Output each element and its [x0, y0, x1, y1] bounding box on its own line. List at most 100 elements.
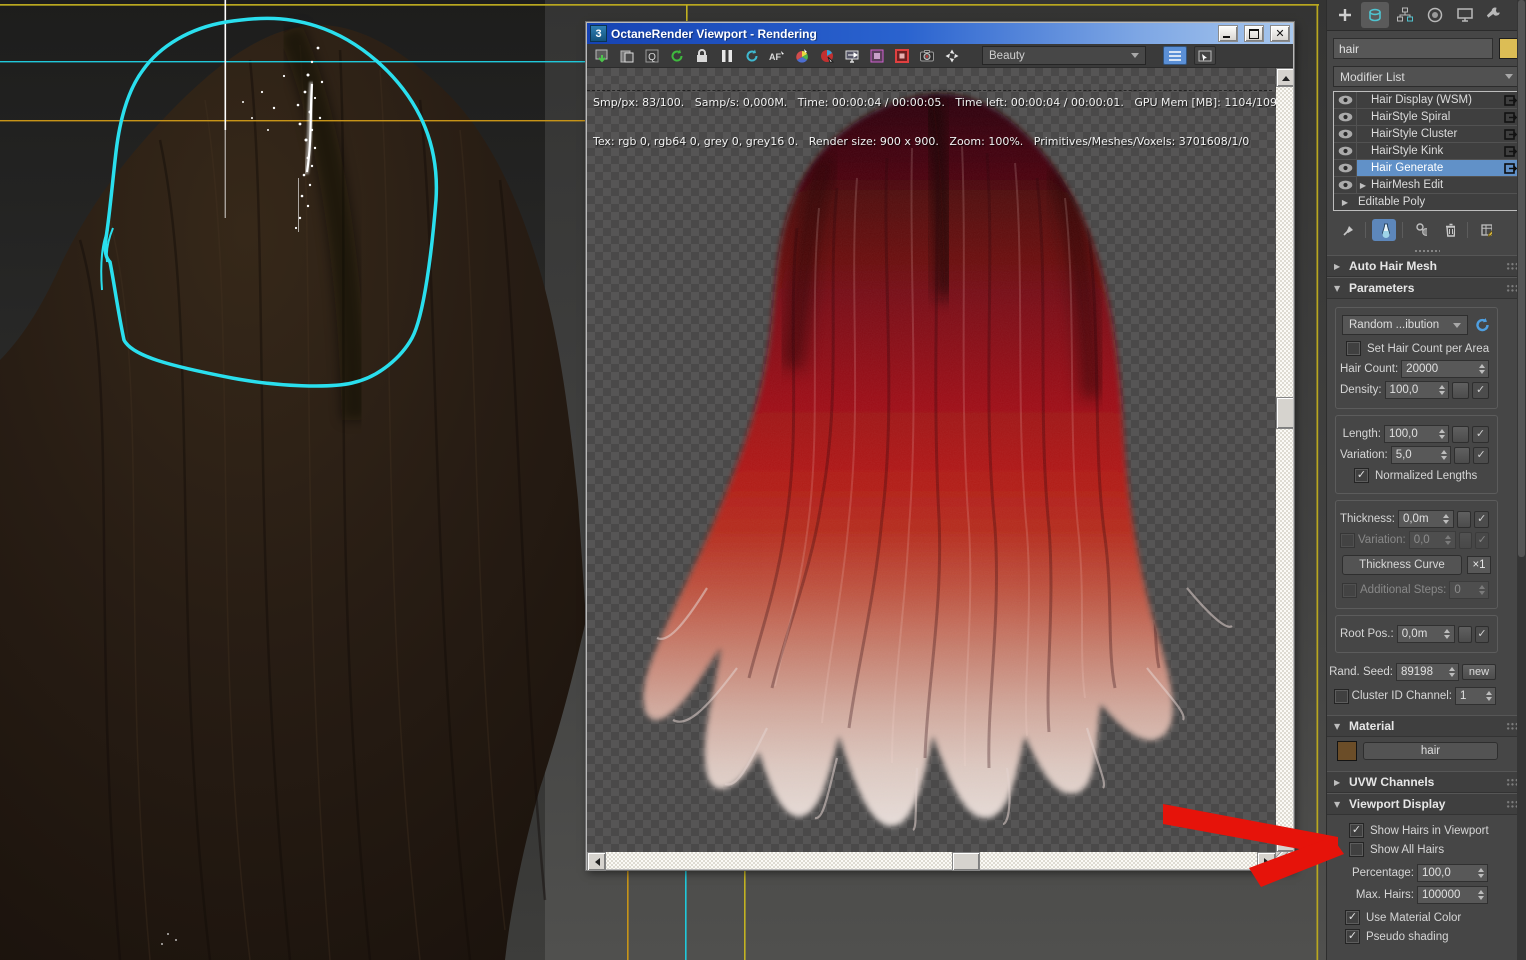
- thickness-map-button[interactable]: [1456, 510, 1472, 528]
- modifier-row-spiral[interactable]: HairStyle Spiral: [1334, 109, 1519, 126]
- modifier-row-hair-generate-selected[interactable]: Hair Generate: [1334, 160, 1519, 177]
- distribution-dropdown[interactable]: Random ...ibution: [1342, 315, 1468, 335]
- modifier-row-editable-poly[interactable]: ▶ Editable Poly: [1334, 194, 1519, 210]
- tab-create[interactable]: [1331, 2, 1359, 28]
- log-panel-button[interactable]: [1163, 46, 1187, 65]
- modifier-row-cluster[interactable]: HairStyle Cluster: [1334, 126, 1519, 143]
- autofocus-icon[interactable]: AF: [768, 47, 786, 65]
- resize-grip[interactable]: [1276, 852, 1293, 869]
- horizontal-scrollbar[interactable]: [587, 852, 1276, 871]
- scroll-up-button[interactable]: [1276, 68, 1293, 87]
- visibility-eye-icon[interactable]: [1334, 92, 1357, 108]
- configure-modifier-sets-button[interactable]: [1474, 219, 1498, 241]
- modifier-badge-icon[interactable]: [1504, 162, 1517, 175]
- thickness-enable-check[interactable]: ✓: [1474, 510, 1489, 528]
- visibility-eye-icon[interactable]: [1334, 143, 1357, 159]
- render-pass-select[interactable]: Beauty: [982, 46, 1146, 65]
- modifier-badge-icon[interactable]: [1504, 111, 1517, 124]
- render-region-icon[interactable]: [818, 47, 836, 65]
- rollout-material[interactable]: ▼ Material: [1327, 715, 1526, 737]
- percentage-spinner[interactable]: 100,0: [1417, 864, 1488, 882]
- lock-resolution-icon[interactable]: [693, 47, 711, 65]
- maximize-button[interactable]: [1244, 25, 1264, 42]
- root-pos-spinner[interactable]: 0,0m: [1396, 625, 1455, 643]
- visibility-eye-icon[interactable]: [1334, 126, 1357, 142]
- modifier-badge-icon[interactable]: [1504, 94, 1517, 107]
- expand-arrow-icon[interactable]: ▶: [1334, 198, 1356, 207]
- density-spinner[interactable]: 100,0: [1384, 381, 1450, 399]
- visibility-eye-icon[interactable]: [1334, 160, 1357, 176]
- thickness-spinner[interactable]: 0,0m: [1397, 510, 1454, 528]
- scroll-down-button[interactable]: [1276, 833, 1293, 852]
- rand-seed-spinner[interactable]: 89198: [1396, 663, 1459, 681]
- variation-map-button[interactable]: [1454, 446, 1471, 464]
- additional-steps-checkbox[interactable]: [1342, 582, 1357, 598]
- thickness-variation-map-button[interactable]: [1458, 531, 1473, 549]
- pseudo-shading-checkbox[interactable]: ✓: [1345, 929, 1360, 944]
- tab-modify[interactable]: [1361, 2, 1389, 28]
- normalized-lengths-checkbox[interactable]: ✓: [1354, 468, 1369, 483]
- restart-render-icon[interactable]: [668, 47, 686, 65]
- shutter-icon[interactable]: [943, 47, 961, 65]
- scroll-right-button[interactable]: [1257, 852, 1276, 871]
- film-region-icon[interactable]: [868, 47, 886, 65]
- render-border-icon[interactable]: [893, 47, 911, 65]
- additional-steps-spinner[interactable]: 0: [1449, 581, 1489, 599]
- vertical-scrollbar[interactable]: [1276, 68, 1293, 852]
- show-all-hairs-checkbox[interactable]: [1349, 842, 1364, 857]
- panel-scrollbar[interactable]: [1517, 0, 1526, 960]
- cluster-id-channel-checkbox[interactable]: [1333, 688, 1349, 704]
- length-variation-spinner[interactable]: 5,0: [1390, 446, 1452, 464]
- use-material-color-checkbox[interactable]: ✓: [1345, 910, 1360, 925]
- refresh-distribution-icon[interactable]: [1474, 317, 1491, 333]
- tab-hierarchy[interactable]: [1391, 2, 1419, 28]
- thickness-curve-button[interactable]: Thickness Curve: [1342, 555, 1462, 575]
- tab-display[interactable]: [1451, 2, 1479, 28]
- vertical-scroll-thumb[interactable]: [1276, 397, 1293, 430]
- density-map-button[interactable]: [1452, 381, 1470, 399]
- panel-splitter[interactable]: [1327, 247, 1526, 255]
- material-color-swatch[interactable]: [1337, 741, 1357, 761]
- modifier-badge-icon[interactable]: [1504, 145, 1517, 158]
- pause-render-icon[interactable]: [718, 47, 736, 65]
- panel-scroll-thumb[interactable]: [1518, 0, 1525, 557]
- root-pos-map-button[interactable]: [1457, 625, 1472, 643]
- rollout-auto-hair-mesh[interactable]: ▶ Auto Hair Mesh: [1327, 255, 1526, 277]
- root-pos-enable-check[interactable]: ✓: [1474, 625, 1489, 643]
- visibility-eye-icon[interactable]: [1334, 109, 1357, 125]
- show-hairs-in-viewport-checkbox[interactable]: ✓: [1349, 823, 1364, 838]
- tab-motion[interactable]: [1421, 2, 1449, 28]
- object-name-field[interactable]: hair: [1333, 38, 1493, 59]
- thickness-curve-multiplier-button[interactable]: ×1: [1467, 556, 1491, 574]
- modifier-row-kink[interactable]: HairStyle Kink: [1334, 143, 1519, 160]
- camera-settings-icon[interactable]: [918, 47, 936, 65]
- length-enable-check[interactable]: ✓: [1472, 425, 1489, 443]
- minimize-button[interactable]: [1218, 25, 1238, 42]
- horizontal-scroll-thumb[interactable]: [952, 852, 981, 871]
- material-button[interactable]: hair: [1363, 742, 1498, 760]
- white-balance-picker-icon[interactable]: [793, 47, 811, 65]
- density-enable-check[interactable]: ✓: [1472, 381, 1489, 399]
- rollout-parameters[interactable]: ▼ Parameters: [1327, 277, 1526, 299]
- close-button[interactable]: ✕: [1270, 25, 1290, 42]
- modifier-list-dropdown[interactable]: Modifier List: [1333, 66, 1520, 87]
- refresh-render-icon[interactable]: [743, 47, 761, 65]
- rollout-viewport-display[interactable]: ▼ Viewport Display: [1327, 793, 1526, 815]
- window-titlebar[interactable]: 3 OctaneRender Viewport - Rendering ✕: [587, 23, 1293, 44]
- modifier-row-hair-display[interactable]: Hair Display (WSM): [1334, 92, 1519, 109]
- cluster-id-spinner[interactable]: 1: [1455, 687, 1496, 705]
- quick-save-icon[interactable]: Q: [643, 47, 661, 65]
- thickness-variation-spinner[interactable]: 0,0: [1408, 531, 1456, 549]
- pick-object-button[interactable]: [1194, 46, 1216, 65]
- set-hair-count-per-area-checkbox[interactable]: [1346, 341, 1361, 356]
- modifier-row-hairmesh-edit[interactable]: ▶ HairMesh Edit: [1334, 177, 1519, 194]
- length-spinner[interactable]: 100,0: [1384, 425, 1449, 443]
- visibility-eye-icon[interactable]: [1334, 177, 1357, 193]
- hair-count-spinner[interactable]: 20000: [1401, 360, 1489, 378]
- thickness-variation-checkbox[interactable]: [1339, 532, 1355, 548]
- thickness-variation-check[interactable]: ✓: [1475, 531, 1489, 549]
- length-map-button[interactable]: [1452, 425, 1469, 443]
- save-render-icon[interactable]: [593, 47, 611, 65]
- tab-utilities[interactable]: [1481, 2, 1509, 28]
- max-hairs-spinner[interactable]: 100000: [1417, 886, 1488, 904]
